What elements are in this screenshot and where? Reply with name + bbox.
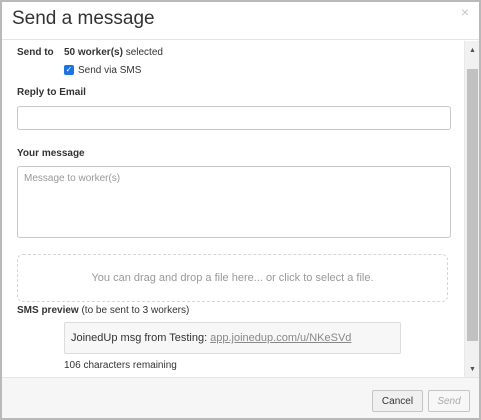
selected-suffix: selected bbox=[122, 47, 163, 58]
arrow-up-icon[interactable]: ▲ bbox=[465, 43, 479, 58]
arrow-down-icon[interactable]: ▼ bbox=[465, 362, 479, 377]
sms-preview-subtitle: (to be sent to 3 workers) bbox=[78, 305, 190, 316]
send-via-sms-option[interactable]: ✓ Send via SMS bbox=[64, 63, 141, 77]
sms-preview-message: JoinedUp msg from Testing: bbox=[71, 332, 208, 344]
send-to-value: 50 worker(s) selected bbox=[64, 47, 163, 58]
dialog-footer: Cancel Send bbox=[2, 377, 479, 418]
sms-preview-box: JoinedUp msg from Testing: app.joinedup.… bbox=[64, 322, 401, 354]
message-textarea[interactable]: Message to worker(s) bbox=[17, 166, 451, 238]
reply-to-email-input[interactable] bbox=[17, 106, 451, 130]
send-via-sms-label: Send via SMS bbox=[78, 64, 142, 76]
send-button[interactable]: Send bbox=[428, 390, 470, 412]
close-icon[interactable]: × bbox=[461, 5, 469, 19]
checkmark-icon: ✓ bbox=[65, 65, 73, 74]
message-placeholder: Message to worker(s) bbox=[24, 173, 121, 184]
sms-preview-heading: SMS preview (to be sent to 3 workers) bbox=[17, 305, 189, 316]
scrollbar-thumb[interactable] bbox=[467, 69, 478, 341]
vertical-scrollbar[interactable]: ▲ ▼ bbox=[464, 41, 479, 377]
send-via-sms-checkbox[interactable]: ✓ bbox=[64, 65, 74, 75]
send-message-dialog: Send a message × Send to 50 worker(s) se… bbox=[0, 0, 481, 420]
dropzone-text: You can drag and drop a file here... or … bbox=[91, 272, 374, 284]
dialog-title: Send a message bbox=[12, 8, 155, 29]
dialog-body: Send to 50 worker(s) selected ✓ Send via… bbox=[2, 41, 479, 377]
worker-count: 50 worker(s) bbox=[64, 47, 123, 58]
cancel-button[interactable]: Cancel bbox=[372, 390, 423, 412]
sms-preview-title: SMS preview bbox=[17, 305, 79, 316]
send-to-label: Send to bbox=[17, 47, 54, 58]
reply-to-email-label: Reply to Email bbox=[17, 87, 86, 98]
file-dropzone[interactable]: You can drag and drop a file here... or … bbox=[17, 254, 448, 302]
characters-remaining: 106 characters remaining bbox=[64, 360, 177, 371]
sms-preview-link[interactable]: app.joinedup.com/u/NKeSVd bbox=[210, 332, 351, 344]
dialog-header: Send a message × bbox=[2, 2, 479, 40]
message-label: Your message bbox=[17, 148, 85, 159]
